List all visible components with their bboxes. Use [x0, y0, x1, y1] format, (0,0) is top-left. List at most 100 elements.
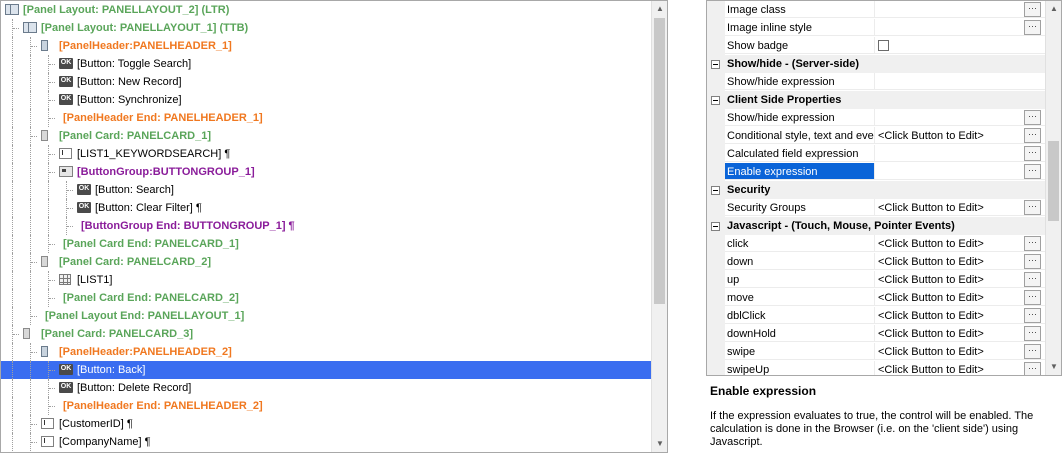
property-row[interactable]: Calculated field expression ··· [707, 145, 1045, 163]
scrollbar-thumb[interactable] [1048, 141, 1059, 221]
tree-node[interactable]: OK [Button: Clear Filter] ¶ [1, 199, 652, 217]
edit-ellipsis-button[interactable]: ··· [1024, 254, 1041, 269]
edit-ellipsis-button[interactable]: ··· [1024, 272, 1041, 287]
tree-node[interactable]: [Panel Layout End: PANELLAYOUT_1] [1, 307, 652, 325]
tree-node[interactable]: [Panel Layout: PANELLAYOUT_1] (TTB) [1, 19, 652, 37]
tree-node[interactable]: [LIST1_KEYWORDSEARCH] ¶ [1, 145, 652, 163]
property-value[interactable] [875, 73, 1045, 90]
property-name[interactable]: click [725, 235, 875, 252]
property-row[interactable]: up <Click Button to Edit> ··· [707, 271, 1045, 289]
tree-node[interactable]: [PanelHeader:PANELHEADER_2] [1, 343, 652, 361]
edit-ellipsis-button[interactable]: ··· [1024, 20, 1041, 35]
property-name[interactable]: Calculated field expression [725, 145, 875, 162]
tree-node[interactable]: [CompanyName] ¶ [1, 433, 652, 451]
property-name[interactable]: Enable expression [725, 163, 875, 180]
property-row[interactable]: Show/hide expression ··· [707, 109, 1045, 127]
edit-ellipsis-button[interactable]: ··· [1024, 344, 1041, 359]
tree-node[interactable]: [Panel Card: PANELCARD_1] [1, 127, 652, 145]
property-name[interactable]: Conditional style, text and eve [725, 127, 875, 144]
property-row[interactable]: swipe <Click Button to Edit> ··· [707, 343, 1045, 361]
tree-node[interactable]: [Panel Card: PANELCARD_3] [1, 325, 652, 343]
property-name[interactable]: down [725, 253, 875, 270]
property-name[interactable]: swipe [725, 343, 875, 360]
property-row[interactable]: Image inline style ··· [707, 19, 1045, 37]
category-name[interactable]: Client Side Properties [725, 91, 1025, 108]
edit-ellipsis-button[interactable]: ··· [1024, 146, 1041, 161]
property-row[interactable]: swipeUp <Click Button to Edit> ··· [707, 361, 1045, 375]
property-value[interactable]: <Click Button to Edit> [875, 343, 1045, 360]
property-name[interactable]: Image class [725, 1, 875, 18]
edit-ellipsis-button[interactable]: ··· [1024, 110, 1041, 125]
property-grid[interactable]: Image class ··· Image inline style ··· Show … [706, 0, 1062, 376]
tree-node[interactable]: OK [Button: Back] [1, 361, 652, 379]
property-name[interactable]: Show/hide expression [725, 73, 875, 90]
tree-node[interactable]: [Panel Card: PANELCARD_2] [1, 253, 652, 271]
tree-node[interactable]: [Panel Card End: PANELCARD_1] [1, 235, 652, 253]
property-value[interactable]: <Click Button to Edit> [875, 127, 1045, 144]
property-value[interactable] [875, 37, 1045, 54]
edit-ellipsis-button[interactable]: ··· [1024, 326, 1041, 341]
tree-vertical-scrollbar[interactable]: ▲ ▼ [651, 1, 667, 452]
category-name[interactable]: Security [725, 181, 1025, 198]
property-row[interactable]: Image class ··· [707, 1, 1045, 19]
scroll-up-icon[interactable]: ▲ [652, 1, 667, 17]
property-name[interactable]: swipeUp [725, 361, 875, 375]
tree-node[interactable]: [Panel Card End: PANELCARD_2] [1, 289, 652, 307]
property-value[interactable] [875, 1, 1045, 18]
property-name[interactable]: Security Groups [725, 199, 875, 216]
category-name[interactable]: Javascript - (Touch, Mouse, Pointer Even… [725, 217, 1025, 234]
tree-node[interactable]: OK [Button: Toggle Search] [1, 55, 652, 73]
tree-node[interactable]: OK [Button: Synchronize] [1, 91, 652, 109]
tree-node[interactable]: OK [Button: Search] [1, 181, 652, 199]
property-value[interactable] [875, 163, 1045, 180]
property-row[interactable]: downHold <Click Button to Edit> ··· [707, 325, 1045, 343]
tree-node[interactable]: [ButtonGroup:BUTTONGROUP_1] [1, 163, 652, 181]
property-name[interactable]: Image inline style [725, 19, 875, 36]
control-tree-panel[interactable]: [Panel Layout: PANELLAYOUT_2] (LTR) [Pane… [0, 0, 668, 453]
property-row[interactable]: move <Click Button to Edit> ··· [707, 289, 1045, 307]
scroll-down-icon[interactable]: ▼ [652, 436, 667, 452]
property-value[interactable]: <Click Button to Edit> [875, 199, 1045, 216]
edit-ellipsis-button[interactable]: ··· [1024, 2, 1041, 17]
property-row[interactable]: Security Groups <Click Button to Edit> ··· [707, 199, 1045, 217]
collapse-icon[interactable] [711, 222, 720, 231]
property-value[interactable] [875, 19, 1045, 36]
tree-node[interactable]: [PanelHeader End: PANELHEADER_2] [1, 397, 652, 415]
property-name[interactable]: Show badge [725, 37, 875, 54]
edit-ellipsis-button[interactable]: ··· [1024, 236, 1041, 251]
property-vertical-scrollbar[interactable]: ▲ ▼ [1045, 1, 1061, 375]
property-row[interactable]: Enable expression ··· [707, 163, 1045, 181]
property-row[interactable]: click <Click Button to Edit> ··· [707, 235, 1045, 253]
property-value[interactable]: <Click Button to Edit> [875, 271, 1045, 288]
tree-node[interactable]: OK [Button: Delete Record] [1, 379, 652, 397]
property-row[interactable]: Show/hide expression [707, 73, 1045, 91]
show-badge-checkbox[interactable] [878, 40, 889, 51]
edit-ellipsis-button[interactable]: ··· [1024, 362, 1041, 375]
tree-node[interactable]: OK [Button: New Record] [1, 73, 652, 91]
tree-node[interactable]: [ButtonGroup End: BUTTONGROUP_1] ¶ [1, 217, 652, 235]
property-category[interactable]: Show/hide - (Server-side) [707, 55, 1045, 73]
tree-node[interactable]: [PanelHeader End: PANELHEADER_1] [1, 109, 652, 127]
property-category[interactable]: Client Side Properties [707, 91, 1045, 109]
property-value[interactable] [875, 145, 1045, 162]
property-value[interactable]: <Click Button to Edit> [875, 361, 1045, 375]
edit-ellipsis-button[interactable]: ··· [1024, 164, 1041, 179]
tree-node[interactable]: [CustomerID] ¶ [1, 415, 652, 433]
edit-ellipsis-button[interactable]: ··· [1024, 308, 1041, 323]
property-row[interactable]: Conditional style, text and eve <Click Bu… [707, 127, 1045, 145]
collapse-icon[interactable] [711, 186, 720, 195]
property-name[interactable]: Show/hide expression [725, 109, 875, 126]
edit-ellipsis-button[interactable]: ··· [1024, 290, 1041, 305]
category-name[interactable]: Show/hide - (Server-side) [725, 55, 1025, 72]
property-row[interactable]: Show badge [707, 37, 1045, 55]
edit-ellipsis-button[interactable]: ··· [1024, 200, 1041, 215]
scrollbar-thumb[interactable] [654, 18, 665, 304]
edit-ellipsis-button[interactable]: ··· [1024, 128, 1041, 143]
tree-node[interactable]: [LIST1] [1, 271, 652, 289]
property-name[interactable]: downHold [725, 325, 875, 342]
scroll-down-icon[interactable]: ▼ [1046, 359, 1061, 375]
property-category[interactable]: Javascript - (Touch, Mouse, Pointer Even… [707, 217, 1045, 235]
property-row[interactable]: down <Click Button to Edit> ··· [707, 253, 1045, 271]
scroll-up-icon[interactable]: ▲ [1046, 1, 1061, 17]
property-value[interactable]: <Click Button to Edit> [875, 289, 1045, 306]
